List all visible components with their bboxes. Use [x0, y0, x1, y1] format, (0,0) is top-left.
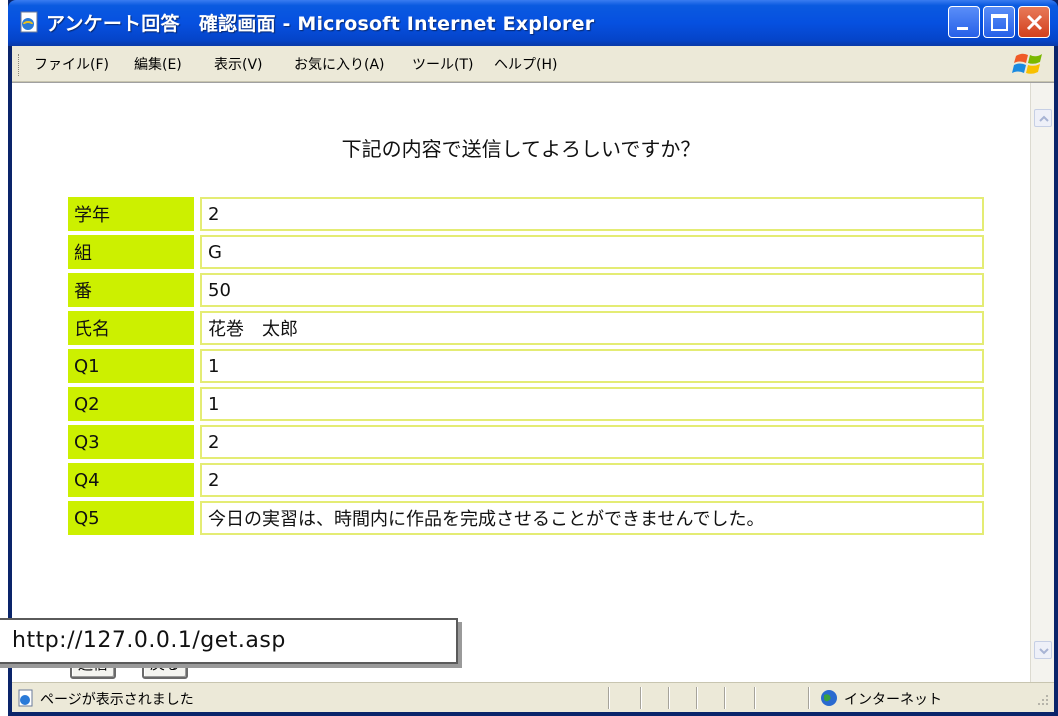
page-heading: 下記の内容で送信してよろしいですか？ — [341, 137, 701, 161]
table-row: Q5 今日の実習は、時間内に作品を完成させることができませんでした。 — [68, 501, 984, 535]
menu-grip[interactable] — [18, 54, 21, 76]
chevron-down-icon — [1039, 648, 1049, 655]
menu-edit[interactable]: 編集(E) — [134, 54, 182, 74]
row-value: 50 — [200, 273, 984, 307]
chevron-up-icon — [1039, 115, 1049, 122]
row-label: 番 — [68, 273, 194, 307]
windows-logo-icon — [1012, 53, 1042, 74]
page-content: 下記の内容で送信してよろしいですか？ 学年 2 組 G 番 50 氏名 花巻 太… — [12, 82, 1054, 683]
internet-globe-icon — [821, 690, 837, 706]
url-callout: http://127.0.0.1/get.asp — [0, 618, 458, 664]
scroll-down-button[interactable] — [1034, 641, 1052, 659]
minimize-icon — [957, 27, 968, 30]
scroll-up-button[interactable] — [1034, 109, 1052, 127]
status-bar: ページが表示されました インターネット — [12, 682, 1054, 712]
table-row: 学年 2 — [68, 197, 984, 231]
row-value: 1 — [200, 349, 984, 383]
row-value: 2 — [200, 197, 984, 231]
row-value: G — [200, 235, 984, 269]
answers-table: 学年 2 組 G 番 50 氏名 花巻 太郎 Q1 1 Q2 1 Q3 2 Q4… — [68, 193, 984, 539]
menu-favorites[interactable]: お気に入り(A) — [294, 54, 385, 74]
row-value: 今日の実習は、時間内に作品を完成させることができませんでした。 — [200, 501, 984, 535]
browser-window: アンケート回答 確認画面 - Microsoft Internet Explor… — [8, 0, 1058, 716]
resize-grip-icon[interactable] — [1034, 691, 1050, 707]
table-row: Q2 1 — [68, 387, 984, 421]
maximize-icon — [991, 14, 1008, 31]
table-row: Q4 2 — [68, 463, 984, 497]
minimize-button[interactable] — [948, 6, 980, 38]
row-value: 1 — [200, 387, 984, 421]
table-row: 氏名 花巻 太郎 — [68, 311, 984, 345]
row-label: Q2 — [68, 387, 194, 421]
security-zone-text: インターネット — [844, 692, 942, 708]
row-label: Q3 — [68, 425, 194, 459]
table-row: Q3 2 — [68, 425, 984, 459]
close-icon — [1026, 14, 1043, 31]
row-value: 2 — [200, 463, 984, 497]
row-label: 学年 — [68, 197, 194, 231]
table-row: 組 G — [68, 235, 984, 269]
ie-page-icon — [20, 11, 38, 33]
row-value: 花巻 太郎 — [200, 311, 984, 345]
page-loaded-icon — [18, 689, 33, 707]
menu-file[interactable]: ファイル(F) — [34, 54, 109, 74]
close-button[interactable] — [1018, 6, 1050, 38]
table-row: Q1 1 — [68, 349, 984, 383]
table-row: 番 50 — [68, 273, 984, 307]
row-label: 組 — [68, 235, 194, 269]
vertical-scrollbar[interactable] — [1030, 83, 1054, 683]
row-label: Q5 — [68, 501, 194, 535]
menu-bar: ファイル(F) 編集(E) 表示(V) お気に入り(A) ツール(T) ヘルプ(… — [12, 46, 1054, 82]
row-label: 氏名 — [68, 311, 194, 345]
menu-help[interactable]: ヘルプ(H) — [494, 54, 557, 74]
title-bar[interactable]: アンケート回答 確認画面 - Microsoft Internet Explor… — [8, 0, 1058, 46]
maximize-button[interactable] — [983, 6, 1015, 38]
row-value: 2 — [200, 425, 984, 459]
window-title: アンケート回答 確認画面 - Microsoft Internet Explor… — [46, 13, 595, 35]
row-label: Q1 — [68, 349, 194, 383]
menu-view[interactable]: 表示(V) — [214, 54, 263, 74]
row-label: Q4 — [68, 463, 194, 497]
status-text: ページが表示されました — [40, 692, 194, 708]
menu-tools[interactable]: ツール(T) — [412, 54, 473, 74]
